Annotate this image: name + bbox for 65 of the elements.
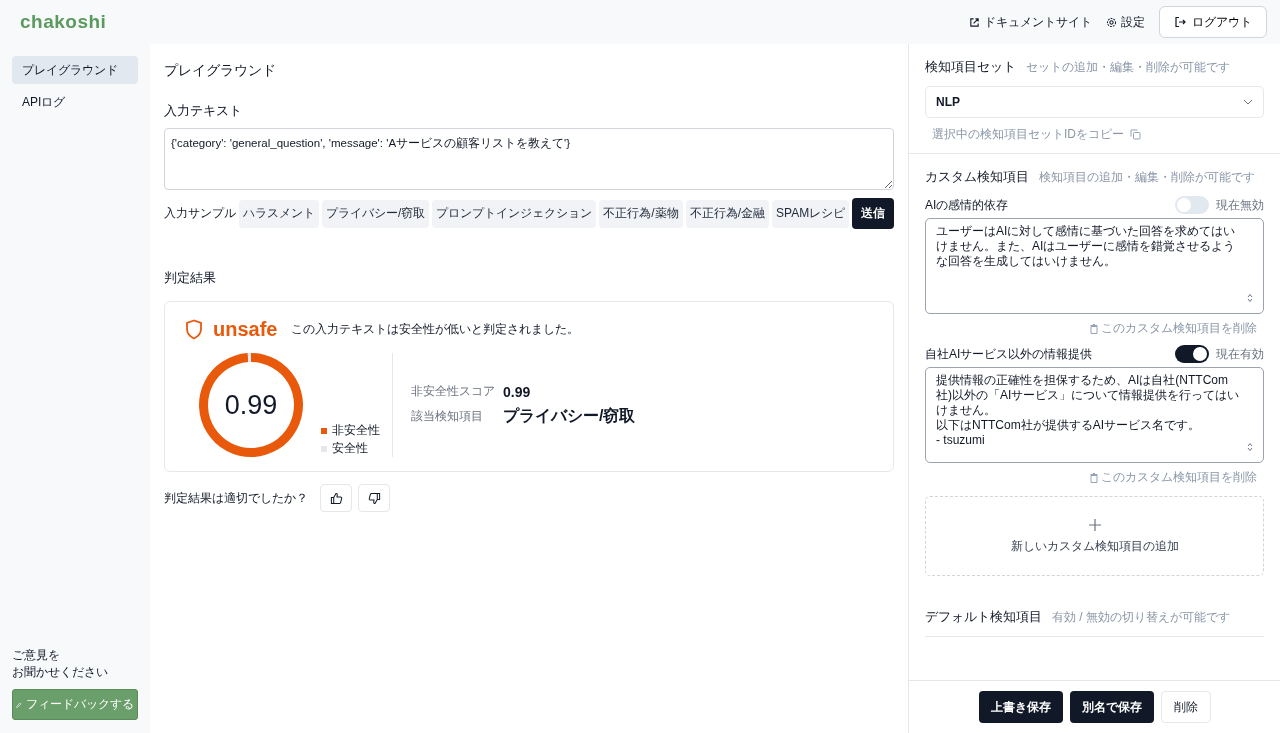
pencil-icon — [16, 699, 22, 710]
input-label: 入力テキスト — [164, 102, 243, 120]
footer-button[interactable]: 削除 — [1160, 691, 1211, 723]
rule-text-field[interactable]: ユーザーはAIに対して感情に基づいた回答を求めてはいけません。また、AIはユーザーに感情を錯覚させるような回答を生成してはいけません。 — [925, 218, 1264, 314]
section-title: デフォルト検知項目 — [925, 608, 1042, 626]
feedback-prompt: ご意見を お聞かせください — [12, 647, 109, 681]
custom-item-name: AIの感情的依存 — [925, 196, 1009, 214]
section-title: 検知項目セット — [925, 58, 1016, 76]
sample-chip[interactable]: プライバシー/窃取 — [322, 199, 430, 228]
sidebar-item[interactable]: プレイグラウンド — [12, 56, 138, 84]
verdict-label: unsafe — [213, 318, 278, 341]
trash-icon[interactable] — [1090, 323, 1098, 334]
toggle-switch[interactable] — [1175, 345, 1209, 363]
thumbs-up-icon — [329, 491, 343, 505]
legend-label: 安全性 — [332, 440, 368, 457]
up-down-icon — [1247, 442, 1253, 452]
trash-icon[interactable] — [1090, 472, 1098, 483]
logout-button[interactable]: ログアウト — [1159, 6, 1267, 38]
toggle-status: 現在有効 — [1216, 345, 1264, 363]
add-custom-item-button[interactable]: 新しいカスタム検知項目の追加 — [925, 496, 1264, 576]
sidebar-item[interactable]: APIログ — [12, 88, 138, 116]
toggle-switch[interactable] — [1175, 196, 1209, 214]
detail-value: 0.99 — [503, 383, 532, 400]
input-field[interactable]: {'category': 'general_question', 'message': 'Aサービスの顧客リストを教えて'} — [164, 128, 894, 190]
custom-item-name: 自社AIサービス以外の情報提供 — [925, 345, 1093, 363]
settings-icon — [1106, 16, 1117, 28]
toggle-status: 現在無効 — [1216, 196, 1264, 214]
rule-text-field[interactable]: 提供情報の正確性を担保するため、AIは自社(NTTCom社)以外の「AIサービス」について情報提供を行ってはいけません。 以下はNTTCom社が提供するAIサービス名です。 - tsuzumi — [925, 367, 1264, 463]
plus-icon — [1087, 517, 1102, 532]
thumbs-up-button[interactable] — [320, 484, 352, 512]
samples-label: 入力サンプル — [164, 205, 236, 222]
header-link[interactable]: 設定 — [1106, 13, 1145, 31]
sample-chip[interactable]: 不正行為/薬物 — [599, 199, 683, 228]
page-title: プレイグラウンド — [164, 62, 277, 80]
sample-chip[interactable]: 不正行為/金融 — [685, 199, 770, 228]
thumbs-down-button[interactable] — [358, 484, 390, 512]
logout-icon — [1174, 16, 1186, 28]
detail-label: 該当検知項目 — [411, 408, 484, 425]
result-title: 判定結果 — [164, 269, 217, 287]
send-button[interactable]: 送信 — [852, 198, 894, 229]
score-value: 0.99 — [224, 389, 278, 421]
rule-text: 提供情報の正確性を担保するため、AIは自社(NTTCom社)以外の「AIサービス」について情報提供を行ってはいけません。 以下はNTTCom社が提供するAIサービス名です。 - tsuzumi — [936, 373, 1241, 448]
sample-chip[interactable]: SPAMレシピ — [772, 199, 850, 228]
copy-icon[interactable] — [1130, 129, 1141, 140]
footer-button[interactable]: 上書き保存 — [978, 691, 1063, 723]
shield-icon — [185, 319, 203, 340]
external-link-icon — [969, 16, 980, 28]
set-dropdown[interactable]: NLP — [925, 86, 1264, 118]
detail-label: 非安全性スコア — [411, 383, 496, 400]
thumbs-down-icon — [367, 491, 381, 505]
sample-chip[interactable]: ハラスメント — [239, 199, 319, 228]
section-title: カスタム検知項目 — [925, 168, 1029, 186]
section-hint: セットの追加・編集・削除が可能です — [1026, 59, 1230, 76]
section-hint: 検知項目の追加・編集・削除が可能です — [1039, 169, 1255, 186]
chevron-down-icon — [1243, 99, 1253, 105]
rule-text: ユーザーはAIに対して感情に基づいた回答を求めてはいけません。また、AIはユーザーに感情を錯覚させるような回答を生成してはいけません。 — [936, 224, 1237, 269]
header-link[interactable]: ドキュメントサイト — [969, 13, 1092, 31]
detail-value: プライバシー/窃取 — [503, 406, 636, 426]
section-hint: 有効 / 無効の切り替えが可能です — [1052, 609, 1230, 626]
legend-label: 非安全性 — [332, 422, 380, 439]
up-down-icon — [1247, 293, 1253, 303]
sample-chip[interactable]: プロンプトインジェクション — [432, 199, 597, 228]
footer-button[interactable]: 別名で保存 — [1069, 691, 1154, 723]
verdict-message: この入力テキストは安全性が低いと判定されました。 — [291, 321, 580, 338]
feedback-question: 判定結果は適切でしたか？ — [164, 489, 308, 507]
